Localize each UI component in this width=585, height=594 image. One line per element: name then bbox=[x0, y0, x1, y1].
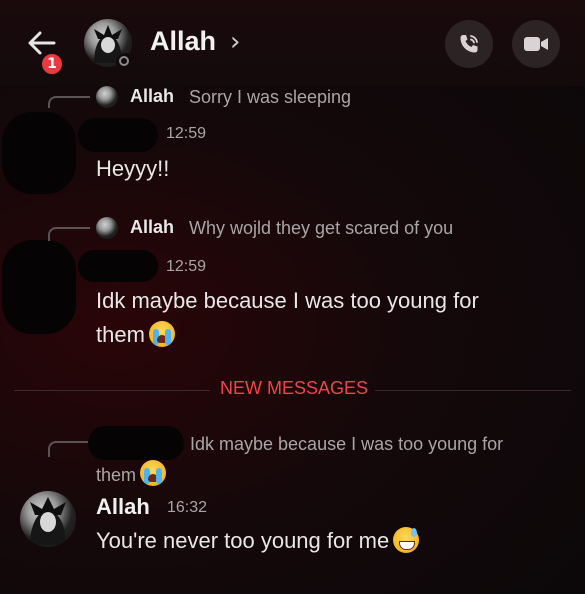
reply-author[interactable]: Allah bbox=[130, 217, 174, 238]
reply-avatar bbox=[96, 86, 118, 108]
reply-preview-continued: them bbox=[96, 465, 137, 485]
message-text[interactable]: Idk maybe because I was too young for th… bbox=[96, 284, 536, 352]
message-body: You're never too young for me bbox=[96, 528, 390, 553]
reply-preview[interactable]: Idk maybe because I was too young for bbox=[190, 434, 503, 455]
video-call-button[interactable] bbox=[512, 20, 560, 68]
reply-connector bbox=[48, 227, 90, 241]
reply-preview-line[interactable]: them bbox=[96, 460, 167, 486]
chat-header: 1 Allah › bbox=[0, 0, 585, 86]
reply-author[interactable]: Allah bbox=[130, 86, 174, 107]
divider-line-right bbox=[375, 390, 571, 391]
status-indicator bbox=[116, 53, 136, 73]
grinning-sweat-emoji-icon bbox=[393, 527, 420, 553]
new-messages-divider: NEW MESSAGES bbox=[220, 378, 369, 398]
redacted-avatar bbox=[2, 112, 76, 194]
redacted-avatar bbox=[2, 240, 76, 334]
redacted-name bbox=[78, 118, 158, 152]
reply-connector bbox=[48, 441, 90, 457]
avatar-art-icon bbox=[30, 497, 66, 545]
video-camera-icon bbox=[524, 37, 548, 51]
message-line: Idk maybe because I was too young for bbox=[96, 288, 479, 313]
reply-avatar bbox=[96, 217, 118, 239]
message-text[interactable]: Heyyy!! bbox=[96, 152, 169, 186]
message-line: them bbox=[96, 322, 145, 347]
message-author[interactable]: Allah bbox=[96, 494, 150, 520]
divider-line-left bbox=[14, 390, 210, 391]
message-time: 12:59 bbox=[166, 258, 207, 275]
chat-title[interactable]: Allah bbox=[150, 26, 216, 57]
chevron-right-icon[interactable]: › bbox=[230, 27, 240, 57]
message-avatar[interactable] bbox=[20, 491, 76, 547]
voice-call-button[interactable] bbox=[445, 20, 493, 68]
loudly-crying-emoji-icon bbox=[148, 321, 175, 347]
phone-icon bbox=[460, 35, 478, 53]
message-time: 16:32 bbox=[167, 499, 208, 516]
message-text[interactable]: You're never too young for me bbox=[96, 524, 420, 558]
reply-preview[interactable]: Why wojld they get scared of you bbox=[189, 218, 453, 239]
reply-preview[interactable]: Sorry I was sleeping bbox=[189, 87, 351, 108]
redacted-name bbox=[78, 250, 158, 282]
unread-badge: 1 bbox=[40, 52, 64, 76]
loudly-crying-emoji-icon bbox=[140, 460, 167, 486]
redacted-reply-author bbox=[88, 426, 184, 460]
message-time: 12:59 bbox=[166, 125, 207, 142]
reply-connector bbox=[48, 96, 90, 108]
